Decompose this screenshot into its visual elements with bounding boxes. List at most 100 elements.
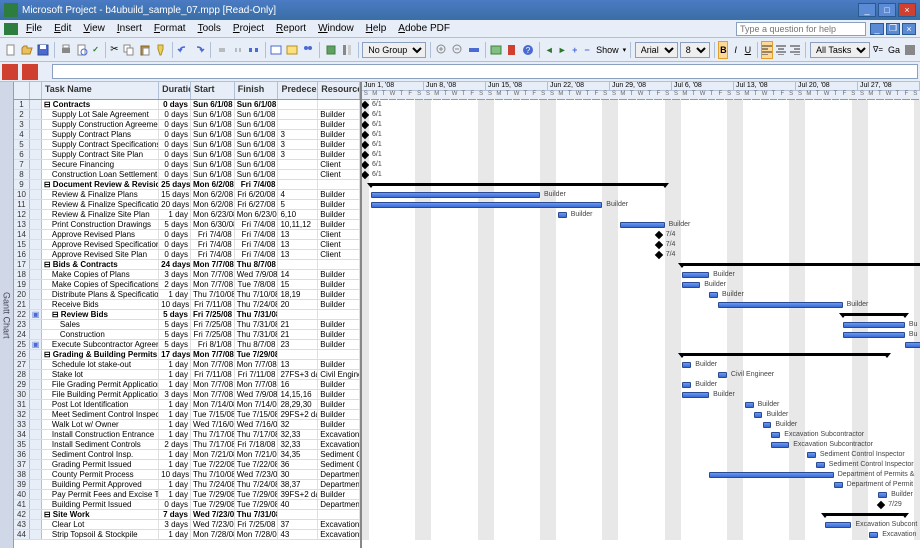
help-search-input[interactable] bbox=[736, 22, 866, 36]
paste-button[interactable] bbox=[138, 41, 152, 59]
gantt-task-bar[interactable] bbox=[682, 362, 691, 368]
publish-button[interactable] bbox=[324, 41, 338, 59]
gantt-row[interactable] bbox=[362, 240, 920, 250]
col-finish[interactable]: Finish bbox=[235, 82, 279, 99]
gantt-body[interactable]: 6/16/16/16/16/16/16/16/1BuilderBuilderBu… bbox=[362, 100, 920, 540]
gantt-summary-bar[interactable] bbox=[682, 263, 920, 266]
gantt-row[interactable] bbox=[362, 160, 920, 170]
table-row[interactable]: 19Make Copies of Specifications2 daysMon… bbox=[14, 280, 360, 290]
col-taskname[interactable]: Task Name bbox=[42, 82, 159, 99]
show-subtasks-button[interactable]: + bbox=[570, 41, 580, 59]
spelling-button[interactable]: ✓ bbox=[91, 41, 101, 59]
table-row[interactable]: 29File Grading Permit Application1 dayMo… bbox=[14, 380, 360, 390]
table-row[interactable]: 9⊟ Document Review & Revision25 daysMon … bbox=[14, 180, 360, 190]
table-row[interactable]: 13Print Construction Drawings5 daysMon 6… bbox=[14, 220, 360, 230]
table-row[interactable]: 3Supply Construction Agreement0 daysSun … bbox=[14, 120, 360, 130]
open-button[interactable] bbox=[20, 41, 34, 59]
gantt-task-bar[interactable] bbox=[371, 192, 540, 198]
menu-help[interactable]: Help bbox=[360, 21, 393, 36]
underline-button[interactable]: U bbox=[743, 41, 753, 59]
gantt-row[interactable] bbox=[362, 280, 920, 290]
gantt-task-bar[interactable] bbox=[763, 422, 772, 428]
gantt-task-bar[interactable] bbox=[807, 452, 816, 458]
table-row[interactable]: 36Sediment Control Insp.1 dayMon 7/21/08… bbox=[14, 450, 360, 460]
table-row[interactable]: 40Pay Permit Fees and Excise Taxes1 dayT… bbox=[14, 490, 360, 500]
maximize-button[interactable]: □ bbox=[878, 3, 896, 17]
col-rownum[interactable] bbox=[14, 82, 30, 99]
col-resources[interactable]: Resource Names bbox=[318, 82, 360, 99]
format-painter-button[interactable] bbox=[154, 41, 168, 59]
zoom-out-button[interactable] bbox=[451, 41, 465, 59]
ga-button[interactable] bbox=[904, 41, 916, 59]
gantt-task-bar[interactable] bbox=[682, 392, 709, 398]
gantt-task-bar[interactable] bbox=[754, 412, 763, 418]
new-button[interactable] bbox=[4, 41, 18, 59]
gantt-task-bar[interactable] bbox=[869, 532, 878, 538]
table-row[interactable]: 21Receive Bids10 daysFri 7/11/08Thu 7/24… bbox=[14, 300, 360, 310]
table-row[interactable]: 31Post Lot Identification1 dayMon 7/14/0… bbox=[14, 400, 360, 410]
table-row[interactable]: 27Schedule lot stake-out1 dayMon 7/7/08M… bbox=[14, 360, 360, 370]
align-right-button[interactable] bbox=[789, 41, 801, 59]
gantt-row[interactable] bbox=[362, 380, 920, 390]
gantt-task-bar[interactable] bbox=[905, 342, 920, 348]
timeline-week[interactable]: Jul 6, '08 bbox=[672, 82, 734, 90]
assign-resources-button[interactable] bbox=[301, 41, 315, 59]
bold-button[interactable]: B bbox=[718, 41, 728, 59]
table-row[interactable]: 10Review & Finalize Plans15 daysMon 6/2/… bbox=[14, 190, 360, 200]
goto-task-button[interactable] bbox=[467, 41, 481, 59]
gantt-row[interactable] bbox=[362, 410, 920, 420]
gantt-task-bar[interactable] bbox=[745, 402, 754, 408]
gantt-task-bar[interactable] bbox=[843, 322, 905, 328]
table-row[interactable]: 18Make Copies of Plans3 daysMon 7/7/08We… bbox=[14, 270, 360, 280]
gantt-header[interactable]: Jun 1, '08Jun 8, '08Jun 15, '08Jun 22, '… bbox=[362, 82, 920, 100]
menu-insert[interactable]: Insert bbox=[111, 21, 148, 36]
gantt-row[interactable] bbox=[362, 470, 920, 480]
table-row[interactable]: 22▣⊟ Review Bids5 daysFri 7/25/08Thu 7/3… bbox=[14, 310, 360, 320]
timeline-week[interactable]: Jul 20, '08 bbox=[796, 82, 858, 90]
timeline-week[interactable]: Jun 29, '08 bbox=[610, 82, 672, 90]
gantt-task-bar[interactable] bbox=[682, 282, 700, 288]
table-row[interactable]: 5Supply Contract Specifications0 daysSun… bbox=[14, 140, 360, 150]
gantt-row[interactable] bbox=[362, 120, 920, 130]
gantt-row[interactable] bbox=[362, 140, 920, 150]
gantt-row[interactable] bbox=[362, 400, 920, 410]
gantt-summary-bar[interactable] bbox=[825, 513, 905, 516]
table-row[interactable]: 7Secure Financing0 daysSun 6/1/08Sun 6/1… bbox=[14, 160, 360, 170]
timeline-week[interactable]: Jun 1, '08 bbox=[362, 82, 424, 90]
gantt-task-bar[interactable] bbox=[718, 372, 727, 378]
gantt-row[interactable] bbox=[362, 310, 920, 320]
gantt-summary-bar[interactable] bbox=[371, 183, 665, 186]
gantt-row[interactable] bbox=[362, 150, 920, 160]
table-row[interactable]: 42⊟ Site Work7 daysWed 7/23/08Thu 7/31/0… bbox=[14, 510, 360, 520]
doc-restore-button[interactable]: ❐ bbox=[886, 23, 900, 35]
gantt-task-bar[interactable] bbox=[718, 302, 843, 308]
filter-select[interactable]: All Tasks bbox=[810, 42, 870, 58]
close-button[interactable]: × bbox=[898, 3, 916, 17]
gantt-row[interactable] bbox=[362, 130, 920, 140]
split-task-button[interactable] bbox=[247, 41, 261, 59]
col-indicators[interactable] bbox=[30, 82, 42, 99]
table-row[interactable]: 4Supply Contract Plans0 daysSun 6/1/08Su… bbox=[14, 130, 360, 140]
table-row[interactable]: 44Strip Topsoil & Stockpile1 dayMon 7/28… bbox=[14, 530, 360, 540]
table-row[interactable]: 39Building Permit Approved1 dayThu 7/24/… bbox=[14, 480, 360, 490]
menu-format[interactable]: Format bbox=[148, 21, 192, 36]
print-preview-button[interactable] bbox=[75, 41, 89, 59]
table-body[interactable]: 1⊟ Contracts0 daysSun 6/1/08Sun 6/1/082S… bbox=[14, 100, 360, 540]
gantt-task-bar[interactable] bbox=[682, 272, 709, 278]
outdent-button[interactable]: ◄ bbox=[544, 41, 555, 59]
gantt-pane[interactable]: Jun 1, '08Jun 8, '08Jun 15, '08Jun 22, '… bbox=[362, 82, 920, 548]
hide-subtasks-button[interactable]: − bbox=[582, 41, 592, 59]
timeline-week[interactable]: Jun 15, '08 bbox=[486, 82, 548, 90]
table-row[interactable]: 35Install Sediment Controls2 daysThu 7/1… bbox=[14, 440, 360, 450]
table-row[interactable]: 20Distribute Plans & Specifications1 day… bbox=[14, 290, 360, 300]
link-button[interactable] bbox=[215, 41, 229, 59]
gantt-task-bar[interactable] bbox=[843, 332, 905, 338]
table-row[interactable]: 30File Building Permit Application3 days… bbox=[14, 390, 360, 400]
table-row[interactable]: 2Supply Lot Sale Agreement0 daysSun 6/1/… bbox=[14, 110, 360, 120]
unlink-button[interactable] bbox=[231, 41, 245, 59]
table-row[interactable]: 14Approve Revised Plans0 daysFri 7/4/08F… bbox=[14, 230, 360, 240]
table-row[interactable]: 12Review & Finalize Site Plan1 dayMon 6/… bbox=[14, 210, 360, 220]
table-row[interactable]: 11Review & Finalize Specifications20 day… bbox=[14, 200, 360, 210]
table-row[interactable]: 41Building Permit Issued0 daysTue 7/29/0… bbox=[14, 500, 360, 510]
gantt-summary-bar[interactable] bbox=[843, 313, 905, 316]
